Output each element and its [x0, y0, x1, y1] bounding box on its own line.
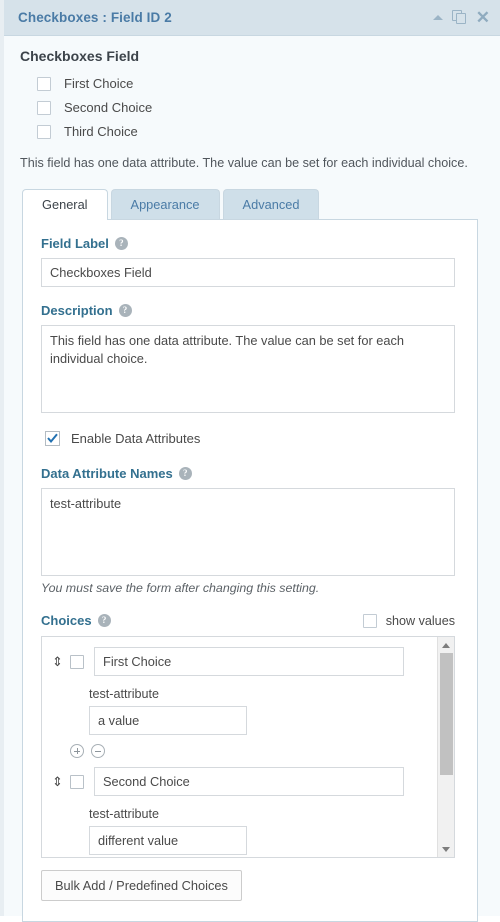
- data-attribute-names-label-text: Data Attribute Names: [41, 465, 173, 481]
- close-icon[interactable]: ✕: [476, 9, 490, 26]
- scroll-up-icon[interactable]: [438, 637, 454, 653]
- choice-attribute-value-input[interactable]: [89, 706, 247, 736]
- scrollbar-track[interactable]: [438, 653, 454, 841]
- preview-choice-label: Third Choice: [64, 124, 138, 139]
- enable-data-attributes-checkbox[interactable]: [45, 430, 60, 446]
- duplicate-icon[interactable]: [451, 10, 467, 25]
- settings-tabstrip: General Appearance Advanced: [22, 188, 500, 220]
- scrollbar-thumb[interactable]: [440, 653, 453, 776]
- field-label-caption: Field Label ?: [41, 236, 455, 251]
- show-values-checkbox[interactable]: [362, 613, 377, 628]
- tab-advanced[interactable]: Advanced: [222, 188, 320, 219]
- show-values-label: show values: [385, 613, 455, 628]
- description-group: Description ?: [41, 303, 455, 413]
- choice-row: ⇕ test-attribute: [52, 647, 436, 759]
- tab-appearance[interactable]: Appearance: [110, 188, 220, 219]
- choice-attribute-name: test-attribute: [89, 807, 159, 822]
- choices-caption: Choices ?: [41, 613, 111, 628]
- choice-attribute-value-input[interactable]: [89, 826, 247, 856]
- caret-up-icon[interactable]: [432, 14, 443, 21]
- preview-choice-label: First Choice: [64, 76, 134, 91]
- data-attribute-names-textarea[interactable]: [41, 487, 455, 577]
- choice-row-header: ⇕: [52, 647, 436, 677]
- help-icon[interactable]: ?: [114, 236, 128, 250]
- scroll-down-icon[interactable]: [438, 841, 454, 857]
- choice-row-header: ⇕: [52, 767, 436, 797]
- field-label-input[interactable]: [41, 257, 455, 287]
- choices-label-text: Choices: [41, 613, 92, 629]
- settings-tabs-wrapper: General Appearance Advanced Field Label …: [4, 173, 500, 922]
- choices-scrollbar[interactable]: [437, 637, 454, 858]
- choice-attribute-name: test-attribute: [89, 687, 159, 702]
- choice-attribute-value-wrap: [89, 826, 436, 856]
- enable-data-attributes-row[interactable]: Enable Data Attributes: [45, 430, 455, 446]
- data-attribute-names-group: Data Attribute Names ? You must save the…: [41, 466, 455, 595]
- bulk-add-button[interactable]: Bulk Add / Predefined Choices: [41, 870, 242, 902]
- choice-actions: [70, 744, 436, 759]
- preview-field-title: Checkboxes Field: [20, 48, 140, 64]
- field-settings-panel: Checkboxes : Field ID 2 ✕ Checkboxes Fie…: [0, 0, 500, 922]
- help-icon[interactable]: ?: [97, 614, 111, 628]
- help-icon[interactable]: ?: [118, 303, 132, 317]
- help-icon[interactable]: ?: [178, 466, 192, 480]
- header-icon-group: ✕: [432, 9, 490, 26]
- drag-handle-icon[interactable]: ⇕: [52, 775, 63, 788]
- plus-circle-icon[interactable]: [70, 744, 84, 759]
- preview-checkbox[interactable]: [37, 124, 51, 139]
- tab-general[interactable]: General: [22, 188, 108, 220]
- page-title: Checkboxes : Field ID 2: [18, 10, 172, 25]
- minus-circle-icon[interactable]: [91, 744, 105, 759]
- preview-choice-item[interactable]: Third Choice: [20, 124, 484, 139]
- description-textarea[interactable]: [41, 324, 455, 413]
- description-label-text: Description: [41, 302, 113, 318]
- preview-description: This field has one data attribute. The v…: [20, 156, 468, 170]
- preview-checkbox[interactable]: [37, 76, 51, 91]
- choices-scroll-box: ⇕ test-attribute: [41, 636, 455, 859]
- choice-row: ⇕ test-attribute: [52, 767, 436, 857]
- panel-header: Checkboxes : Field ID 2 ✕: [4, 0, 500, 36]
- choices-list: ⇕ test-attribute: [42, 637, 436, 857]
- preview-choice-item[interactable]: First Choice: [20, 76, 484, 91]
- choice-label-input[interactable]: [94, 647, 404, 677]
- choices-header: Choices ? show values: [41, 613, 455, 628]
- choice-label-input[interactable]: [94, 767, 404, 797]
- field-preview: Checkboxes Field First Choice Second Cho…: [4, 36, 500, 173]
- choice-attribute-value-wrap: [89, 706, 436, 736]
- show-values-row[interactable]: show values: [362, 613, 455, 628]
- data-attribute-names-caption: Data Attribute Names ?: [41, 466, 455, 481]
- tab-panel-general: Field Label ? Description ? Enable Data …: [22, 218, 478, 922]
- field-label-text: Field Label: [41, 235, 109, 251]
- enable-data-attributes-label: Enable Data Attributes: [71, 430, 201, 446]
- drag-handle-icon[interactable]: ⇕: [52, 655, 63, 668]
- preview-checkbox[interactable]: [37, 100, 51, 115]
- field-label-group: Field Label ?: [41, 236, 455, 287]
- save-form-hint: You must save the form after changing th…: [41, 581, 320, 596]
- description-caption: Description ?: [41, 303, 455, 318]
- preview-choice-label: Second Choice: [64, 100, 153, 115]
- choice-default-checkbox[interactable]: [70, 774, 84, 789]
- preview-choice-item[interactable]: Second Choice: [20, 100, 484, 115]
- choice-default-checkbox[interactable]: [70, 654, 84, 669]
